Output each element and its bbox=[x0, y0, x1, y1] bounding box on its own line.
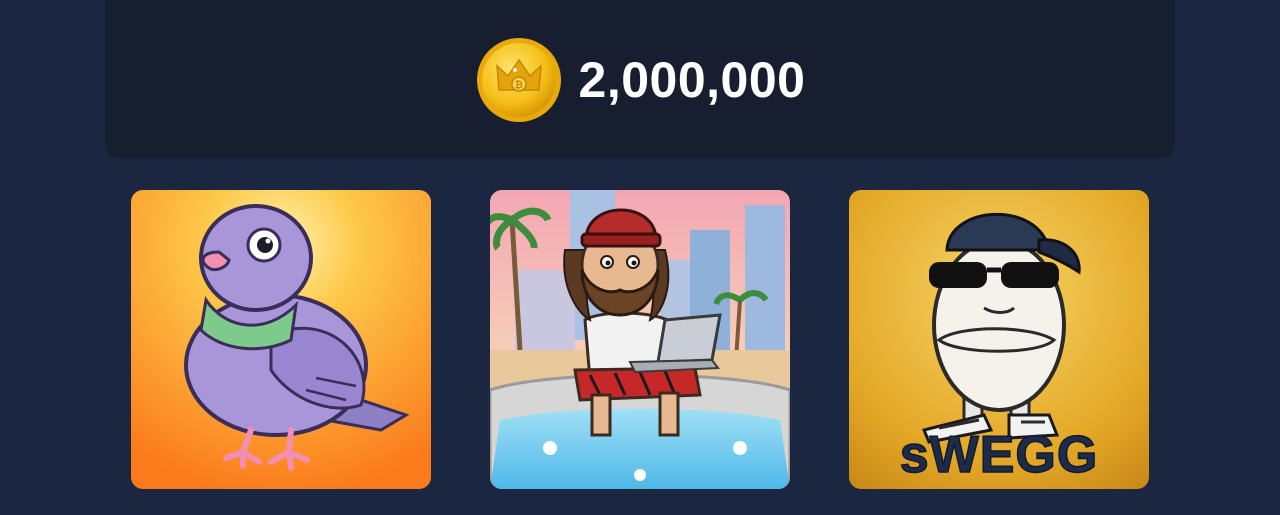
pigeon-card[interactable] bbox=[131, 190, 431, 489]
balance-display: ₿ 2,000,000 bbox=[475, 36, 806, 124]
bearded-man-card[interactable] bbox=[490, 190, 790, 489]
svg-text:₿: ₿ bbox=[514, 79, 522, 91]
balance-panel: ₿ 2,000,000 bbox=[105, 0, 1175, 159]
egg-sunglasses-avatar-icon: sWEGG bbox=[849, 190, 1149, 489]
pigeon-avatar-icon bbox=[131, 190, 431, 489]
swegg-card[interactable]: sWEGG bbox=[849, 190, 1149, 489]
svg-text:sWEGG: sWEGG bbox=[900, 426, 1099, 484]
balance-amount: 2,000,000 bbox=[578, 51, 806, 108]
crown-coin-icon: ₿ bbox=[476, 37, 561, 122]
bearded-man-laptop-avatar-icon bbox=[490, 190, 790, 489]
